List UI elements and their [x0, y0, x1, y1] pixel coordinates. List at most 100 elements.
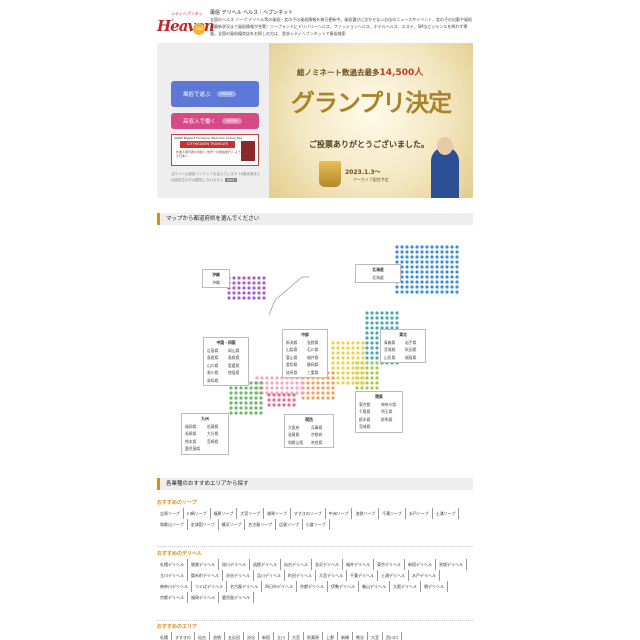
pref-dot-hokkaido[interactable]	[435, 265, 439, 269]
pref-dot-kansai[interactable]	[326, 381, 330, 385]
pref-dot-kanto[interactable]	[355, 386, 359, 390]
pref-dot-chubu[interactable]	[331, 341, 335, 345]
pref-dot-kanto[interactable]	[375, 376, 379, 380]
pref-dot-tohoku[interactable]	[365, 351, 369, 355]
pref-dot-okinawa[interactable]	[247, 291, 251, 295]
pref-dot-chubu[interactable]	[331, 366, 335, 370]
pref-dot-chugoku[interactable]	[285, 381, 289, 385]
pref-dot-hokkaido[interactable]	[450, 250, 454, 254]
region-box-tohoku[interactable]: 東北 青森県 岩手県 宮城県 秋田県 山形県 福島県	[380, 329, 426, 363]
pref-dot-hokkaido[interactable]	[410, 290, 414, 294]
pref-dot-kanto[interactable]	[375, 366, 379, 370]
pref-dot-hokkaido[interactable]	[440, 245, 444, 249]
pref-dot-chubu[interactable]	[351, 376, 355, 380]
area-link[interactable]: 千葉デリヘル	[347, 570, 378, 581]
pref-dot-kyushu[interactable]	[249, 406, 253, 410]
pref-dot-kanto[interactable]	[365, 371, 369, 375]
pref-dot-kyushu[interactable]	[259, 386, 263, 390]
pref-dot-tohoku[interactable]	[390, 311, 394, 315]
pref-dot-hokkaido[interactable]	[455, 275, 459, 279]
pref-dot-shikoku[interactable]	[277, 403, 281, 407]
area-link[interactable]: 札幌	[157, 632, 172, 640]
pref-dot-shikoku[interactable]	[282, 403, 286, 407]
pref-dot-okinawa[interactable]	[257, 296, 261, 300]
area-link[interactable]: 熊谷	[353, 632, 368, 640]
pref-dot-chubu[interactable]	[356, 376, 360, 380]
pref-dot-chugoku[interactable]	[275, 386, 279, 390]
area-link[interactable]: 水戸ソープ	[406, 508, 433, 519]
pref-dot-hokkaido[interactable]	[410, 255, 414, 259]
pref-dot-kansai[interactable]	[311, 396, 315, 400]
pref-dot-chugoku[interactable]	[300, 381, 304, 385]
pref-dot-chubu[interactable]	[356, 361, 360, 365]
pref-dot-kansai[interactable]	[331, 371, 335, 375]
pref-dot-tohoku[interactable]	[365, 331, 369, 335]
pref-dot-hokkaido[interactable]	[410, 285, 414, 289]
pref-dot-hokkaido[interactable]	[415, 265, 419, 269]
area-link[interactable]: 錦糸町デリヘル	[188, 570, 223, 581]
pref-dot-chubu[interactable]	[346, 351, 350, 355]
pref-link[interactable]: 宮崎県	[207, 438, 225, 446]
pref-dot-shikoku[interactable]	[287, 393, 291, 397]
pref-dot-okinawa[interactable]	[237, 291, 241, 295]
pref-dot-kansai[interactable]	[326, 396, 330, 400]
pref-dot-hokkaido[interactable]	[405, 260, 409, 264]
area-link[interactable]: 福井デリヘル	[343, 559, 374, 570]
pref-dot-okinawa[interactable]	[257, 291, 261, 295]
pref-dot-hokkaido[interactable]	[400, 255, 404, 259]
pref-dot-kanto[interactable]	[370, 376, 374, 380]
pref-dot-chugoku[interactable]	[265, 381, 269, 385]
area-link[interactable]: 函館デリヘル	[250, 559, 281, 570]
pref-dot-chubu[interactable]	[336, 346, 340, 350]
pref-dot-kyushu[interactable]	[229, 411, 233, 415]
area-link[interactable]: 新宿デリヘル	[405, 559, 436, 570]
pref-dot-hokkaido[interactable]	[455, 250, 459, 254]
pref-dot-hokkaido[interactable]	[420, 265, 424, 269]
area-link[interactable]: 品川デリヘル	[254, 570, 285, 581]
pref-dot-tohoku[interactable]	[375, 316, 379, 320]
pref-dot-tohoku[interactable]	[390, 321, 394, 325]
pref-dot-chubu[interactable]	[361, 361, 365, 365]
pref-dot-okinawa[interactable]	[242, 276, 246, 280]
pref-dot-chubu[interactable]	[356, 341, 360, 345]
area-link[interactable]: 立川デリヘル	[157, 570, 188, 581]
pref-dot-kansai[interactable]	[311, 386, 315, 390]
pref-dot-chubu[interactable]	[346, 376, 350, 380]
pref-dot-chubu[interactable]	[336, 351, 340, 355]
pref-dot-hokkaido[interactable]	[455, 265, 459, 269]
area-link[interactable]: 金沢デリヘル	[312, 559, 343, 570]
area-link[interactable]: 新宿	[259, 632, 274, 640]
pref-dot-kyushu[interactable]	[254, 411, 258, 415]
pref-link[interactable]: 三重県	[307, 369, 324, 377]
pref-dot-kansai[interactable]	[306, 381, 310, 385]
pref-link[interactable]: 熊本県	[185, 438, 203, 446]
pref-dot-chubu[interactable]	[356, 346, 360, 350]
pref-dot-kanto[interactable]	[360, 386, 364, 390]
pref-dot-chubu[interactable]	[336, 371, 340, 375]
pref-dot-kyushu[interactable]	[244, 406, 248, 410]
pref-dot-tohoku[interactable]	[385, 321, 389, 325]
pref-dot-shikoku[interactable]	[282, 393, 286, 397]
pref-dot-kyushu[interactable]	[254, 406, 258, 410]
pref-dot-hokkaido[interactable]	[410, 275, 414, 279]
pref-dot-kanto[interactable]	[370, 371, 374, 375]
pref-dot-hokkaido[interactable]	[400, 285, 404, 289]
pref-dot-hokkaido[interactable]	[430, 270, 434, 274]
area-link[interactable]: 中洲ソープ	[326, 508, 353, 519]
pref-dot-hokkaido[interactable]	[450, 290, 454, 294]
pref-dot-chubu[interactable]	[351, 371, 355, 375]
area-link[interactable]: 立川	[274, 632, 289, 640]
pref-link[interactable]: 石川県	[307, 346, 324, 354]
pref-dot-hokkaido[interactable]	[420, 270, 424, 274]
pref-link[interactable]: 徳島県	[228, 369, 245, 377]
pref-dot-hokkaido[interactable]	[425, 255, 429, 259]
area-link[interactable]: 水戸デリヘル	[409, 570, 440, 581]
pref-dot-chubu[interactable]	[341, 361, 345, 365]
pref-dot-hokkaido[interactable]	[430, 285, 434, 289]
pref-dot-hokkaido[interactable]	[435, 270, 439, 274]
pref-dot-tohoku[interactable]	[370, 326, 374, 330]
pref-dot-okinawa[interactable]	[237, 281, 241, 285]
pref-link[interactable]: 岩手県	[405, 339, 422, 347]
pref-dot-kyushu[interactable]	[254, 381, 258, 385]
area-link[interactable]: 渋谷	[244, 632, 259, 640]
